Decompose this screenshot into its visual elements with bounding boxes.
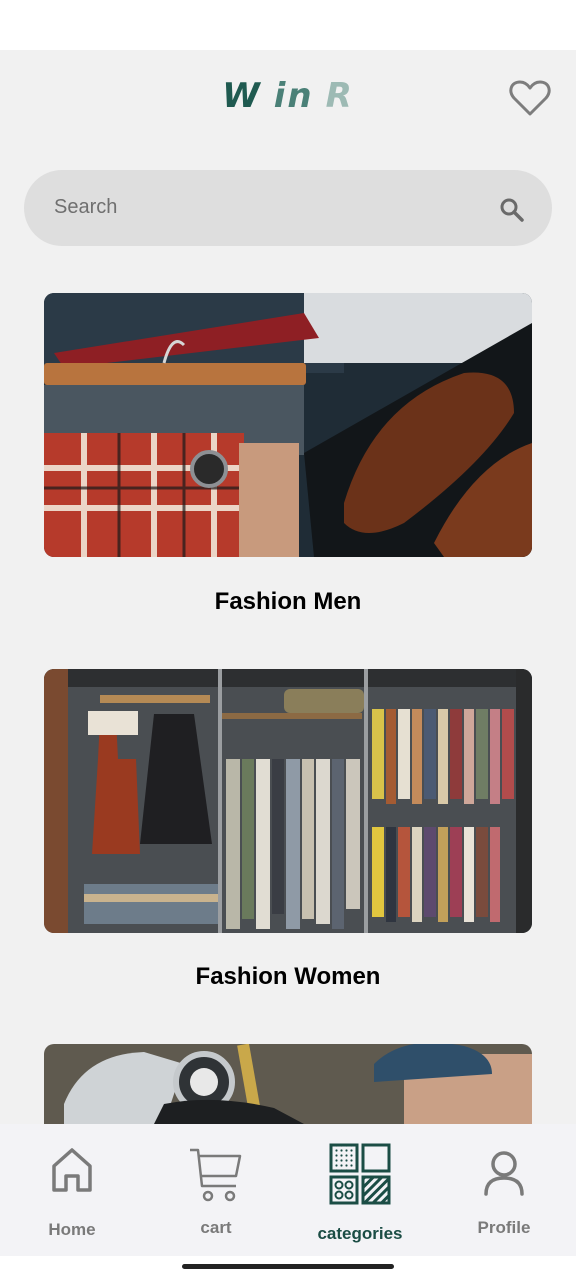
third-category-image — [44, 1044, 532, 1124]
header: Win R — [0, 50, 576, 150]
search-bar[interactable]: Search — [24, 170, 552, 246]
gesture-navigation-bar[interactable] — [182, 1264, 394, 1269]
logo-letter-in: in — [273, 76, 314, 116]
category-label-fashion-women: Fashion Women — [195, 963, 381, 990]
nav-cart-label: cart — [200, 1218, 232, 1237]
home-icon — [52, 1148, 92, 1192]
nav-profile-label: Profile — [477, 1218, 531, 1237]
nav-profile[interactable]: Profile — [432, 1124, 576, 1256]
fashion-men-image — [44, 293, 532, 557]
cart-icon — [190, 1148, 242, 1202]
app-screen: Win R Search Fashion Men Fashion Women — [0, 50, 576, 1124]
search-icon[interactable] — [498, 196, 526, 224]
nav-categories[interactable]: categories — [288, 1124, 432, 1256]
category-card-fashion-women[interactable] — [44, 669, 532, 933]
logo-letter-w: W — [222, 76, 262, 116]
nav-home-label: Home — [48, 1220, 96, 1239]
app-logo: Win R — [0, 76, 576, 116]
category-label-fashion-men: Fashion Men — [214, 588, 362, 615]
search-input[interactable]: Search — [54, 196, 117, 219]
favorites-heart-icon[interactable] — [506, 74, 554, 122]
fashion-women-image — [44, 669, 532, 933]
profile-icon — [484, 1151, 524, 1196]
nav-cart[interactable]: cart — [144, 1124, 288, 1256]
categories-grid-icon — [329, 1143, 391, 1205]
nav-categories-label: categories — [317, 1224, 403, 1243]
category-card-fashion-men[interactable] — [44, 293, 532, 557]
bottom-navigation: Home cart categories Profile — [0, 1124, 576, 1256]
nav-home[interactable]: Home — [0, 1124, 144, 1256]
logo-letter-r: R — [325, 76, 354, 116]
status-bar — [0, 0, 576, 50]
category-card-third[interactable] — [44, 1044, 532, 1124]
